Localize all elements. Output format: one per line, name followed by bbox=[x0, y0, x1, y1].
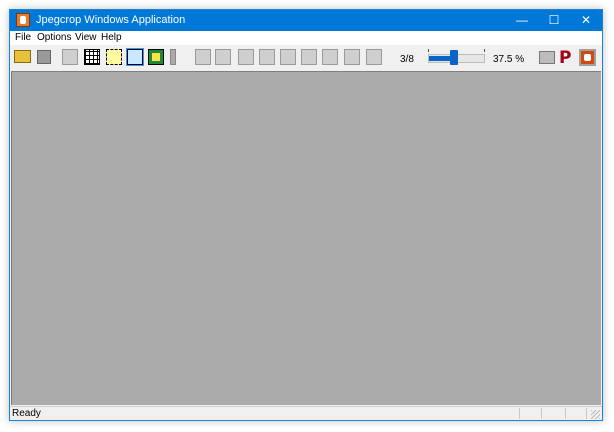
status-pane bbox=[586, 408, 587, 419]
toolbar: 3/8 37.5 % P bbox=[10, 45, 602, 71]
anti-diagonal-icon[interactable] bbox=[322, 49, 338, 65]
selection-icon[interactable] bbox=[106, 49, 122, 65]
menu-bar: File Options View Help bbox=[10, 31, 602, 45]
flip-horizontal-icon[interactable] bbox=[238, 49, 254, 65]
zoom-level: 37.5 % bbox=[493, 54, 525, 65]
title-bar[interactable]: Jpegcrop Windows Application — ☐ ✕ bbox=[10, 10, 602, 31]
app-window: Jpegcrop Windows Application — ☐ ✕ File … bbox=[9, 9, 603, 421]
menu-view[interactable]: View bbox=[75, 32, 97, 43]
menu-file[interactable]: File bbox=[15, 32, 31, 43]
resize-grip[interactable] bbox=[591, 410, 600, 419]
flip-vertical-icon[interactable] bbox=[259, 49, 275, 65]
trim-icon[interactable] bbox=[344, 49, 360, 65]
close-button[interactable]: ✕ bbox=[570, 10, 602, 31]
open-folder-icon[interactable] bbox=[14, 50, 31, 63]
image-canvas[interactable] bbox=[11, 71, 601, 405]
zoom-slider[interactable] bbox=[428, 50, 485, 65]
fit-window-icon[interactable] bbox=[126, 48, 144, 66]
minimize-button[interactable]: — bbox=[506, 10, 538, 31]
status-text: Ready bbox=[12, 408, 41, 419]
menu-help[interactable]: Help bbox=[101, 32, 122, 43]
status-pane bbox=[541, 408, 542, 419]
window-title: Jpegcrop Windows Application bbox=[36, 14, 186, 26]
page-counter: 3/8 bbox=[400, 54, 414, 65]
print-icon[interactable] bbox=[539, 51, 555, 64]
copy-icon[interactable] bbox=[195, 49, 211, 65]
status-pane bbox=[565, 408, 566, 419]
paste-icon[interactable] bbox=[215, 49, 231, 65]
app-icon[interactable] bbox=[16, 13, 30, 27]
zoom-slider-thumb[interactable] bbox=[450, 50, 458, 65]
separator-bar bbox=[170, 49, 176, 65]
save-disk-icon[interactable] bbox=[37, 50, 51, 64]
crop-center-icon[interactable] bbox=[366, 49, 382, 65]
menu-options[interactable]: Options bbox=[37, 32, 71, 43]
p-icon[interactable]: P bbox=[559, 48, 571, 68]
about-icon[interactable] bbox=[579, 49, 596, 66]
maximize-button[interactable]: ☐ bbox=[538, 10, 570, 31]
grid-icon[interactable] bbox=[84, 49, 100, 65]
rotate-icon[interactable] bbox=[280, 49, 296, 65]
status-bar: Ready bbox=[10, 406, 602, 420]
diagonal-icon[interactable] bbox=[301, 49, 317, 65]
fit-image-icon[interactable] bbox=[148, 49, 164, 65]
crop-icon[interactable] bbox=[62, 49, 78, 65]
status-pane bbox=[519, 408, 520, 419]
